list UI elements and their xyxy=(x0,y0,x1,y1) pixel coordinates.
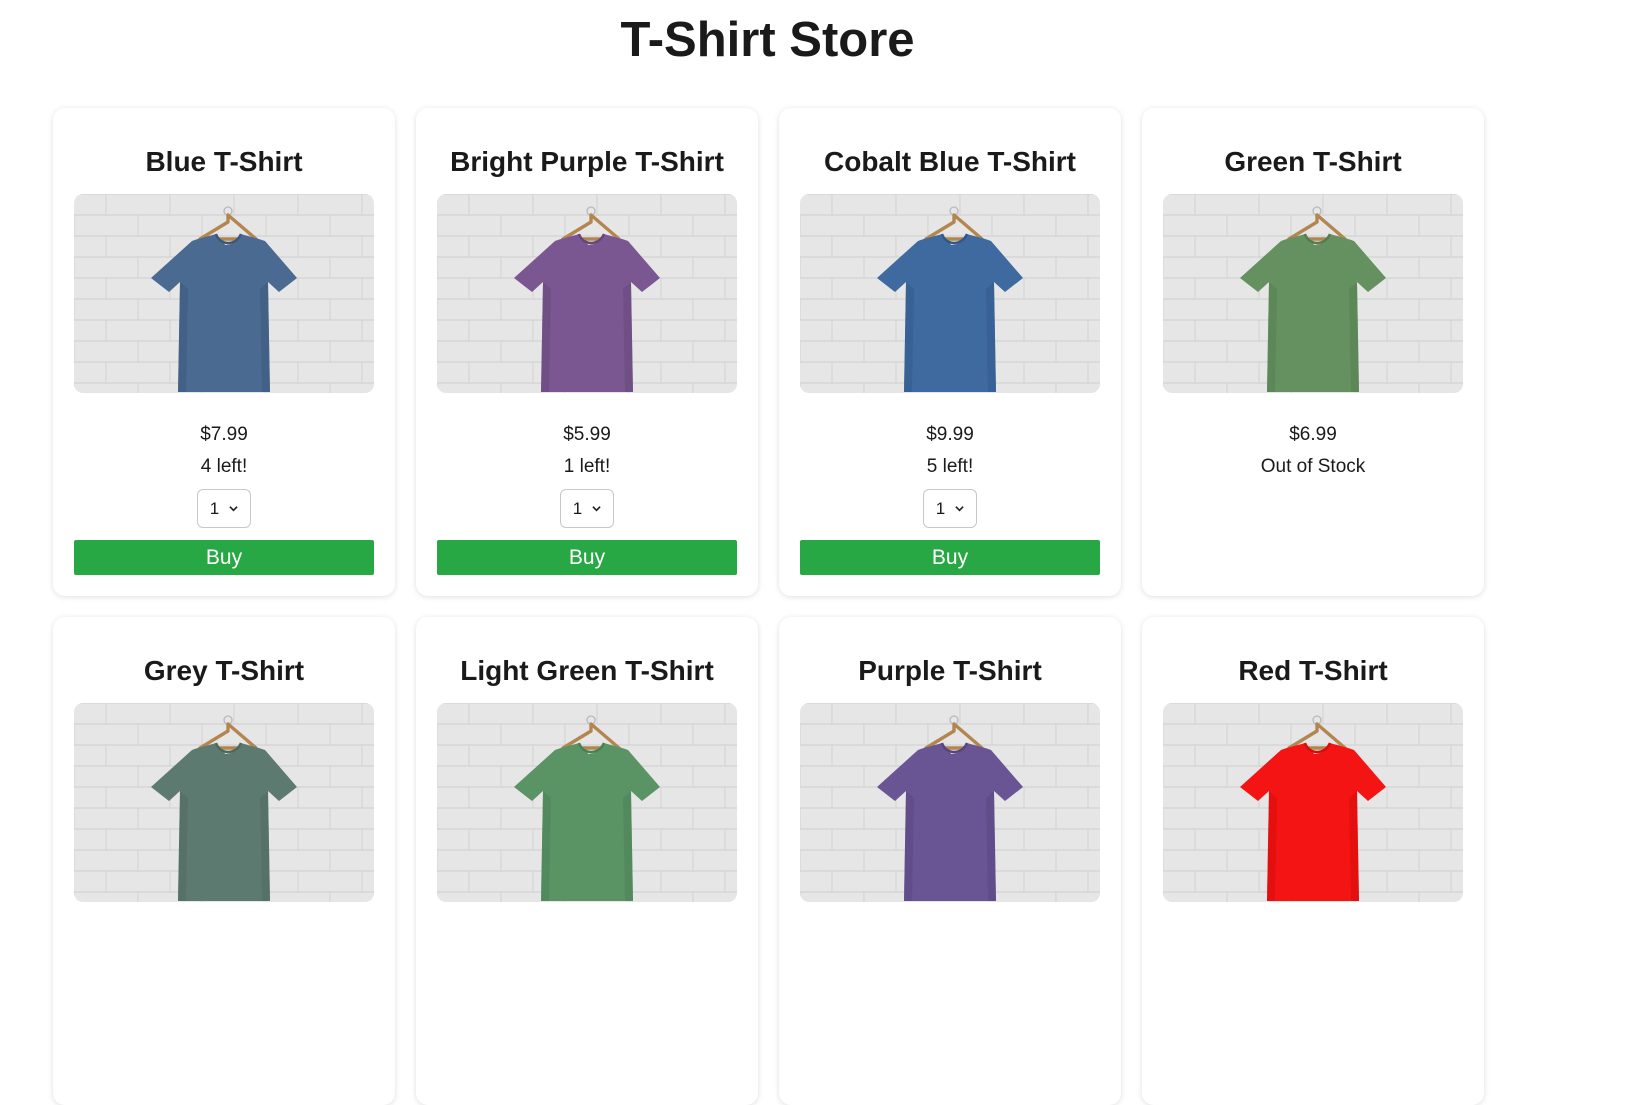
quantity-select[interactable]: 1 xyxy=(560,489,614,528)
tshirt-image xyxy=(437,703,737,902)
quantity-value: 1 xyxy=(935,498,946,518)
product-title: Light Green T-Shirt xyxy=(460,655,714,686)
buy-button[interactable]: Buy xyxy=(800,540,1100,575)
product-price: $6.99 xyxy=(1289,424,1337,445)
stock-status: Out of Stock xyxy=(1260,456,1366,477)
tshirt-image xyxy=(800,703,1100,902)
product-card: Blue T-Shirt $7.99 4 left! 1 Buy xyxy=(53,108,395,596)
product-price: $9.99 xyxy=(926,424,974,445)
product-card: Bright Purple T-Shirt $5.99 1 left! 1 Bu… xyxy=(416,108,758,596)
buy-button[interactable]: Buy xyxy=(74,540,374,575)
product-title: Purple T-Shirt xyxy=(858,655,1042,686)
chevron-down-icon xyxy=(955,506,964,512)
quantity-value: 1 xyxy=(209,498,220,518)
product-card: Cobalt Blue T-Shirt $9.99 5 left! 1 Buy xyxy=(779,108,1121,596)
product-card: Red T-Shirt xyxy=(1142,617,1484,1105)
product-title: Cobalt Blue T-Shirt xyxy=(824,146,1076,177)
product-title: Bright Purple T-Shirt xyxy=(450,146,724,177)
tshirt-image xyxy=(74,703,374,902)
tshirt-image xyxy=(1163,194,1463,393)
tshirt-image xyxy=(74,194,374,393)
product-title: Red T-Shirt xyxy=(1238,655,1388,686)
stock-status: 4 left! xyxy=(200,456,248,477)
quantity-select[interactable]: 1 xyxy=(197,489,251,528)
product-card: Purple T-Shirt xyxy=(779,617,1121,1105)
product-price: $7.99 xyxy=(200,424,248,445)
quantity-value: 1 xyxy=(572,498,583,518)
chevron-down-icon xyxy=(229,506,238,512)
chevron-down-icon xyxy=(592,506,601,512)
tshirt-image xyxy=(1163,703,1463,902)
tshirt-image xyxy=(800,194,1100,393)
product-card: Light Green T-Shirt xyxy=(416,617,758,1105)
product-card: Green T-Shirt $6.99 Out of Stock xyxy=(1142,108,1484,596)
product-title: Grey T-Shirt xyxy=(143,655,305,686)
tshirt-image xyxy=(437,194,737,393)
product-price: $5.99 xyxy=(563,424,611,445)
quantity-select[interactable]: 1 xyxy=(923,489,977,528)
product-card: Grey T-Shirt xyxy=(53,617,395,1105)
page-title: T-Shirt Store xyxy=(620,13,915,67)
product-title: Blue T-Shirt xyxy=(145,146,303,177)
product-title: Green T-Shirt xyxy=(1224,146,1402,177)
buy-button[interactable]: Buy xyxy=(437,540,737,575)
stock-status: 1 left! xyxy=(563,456,611,477)
stock-status: 5 left! xyxy=(926,456,974,477)
product-grid: Blue T-Shirt $7.99 4 left! 1 Buy Bright … xyxy=(53,108,1484,1105)
